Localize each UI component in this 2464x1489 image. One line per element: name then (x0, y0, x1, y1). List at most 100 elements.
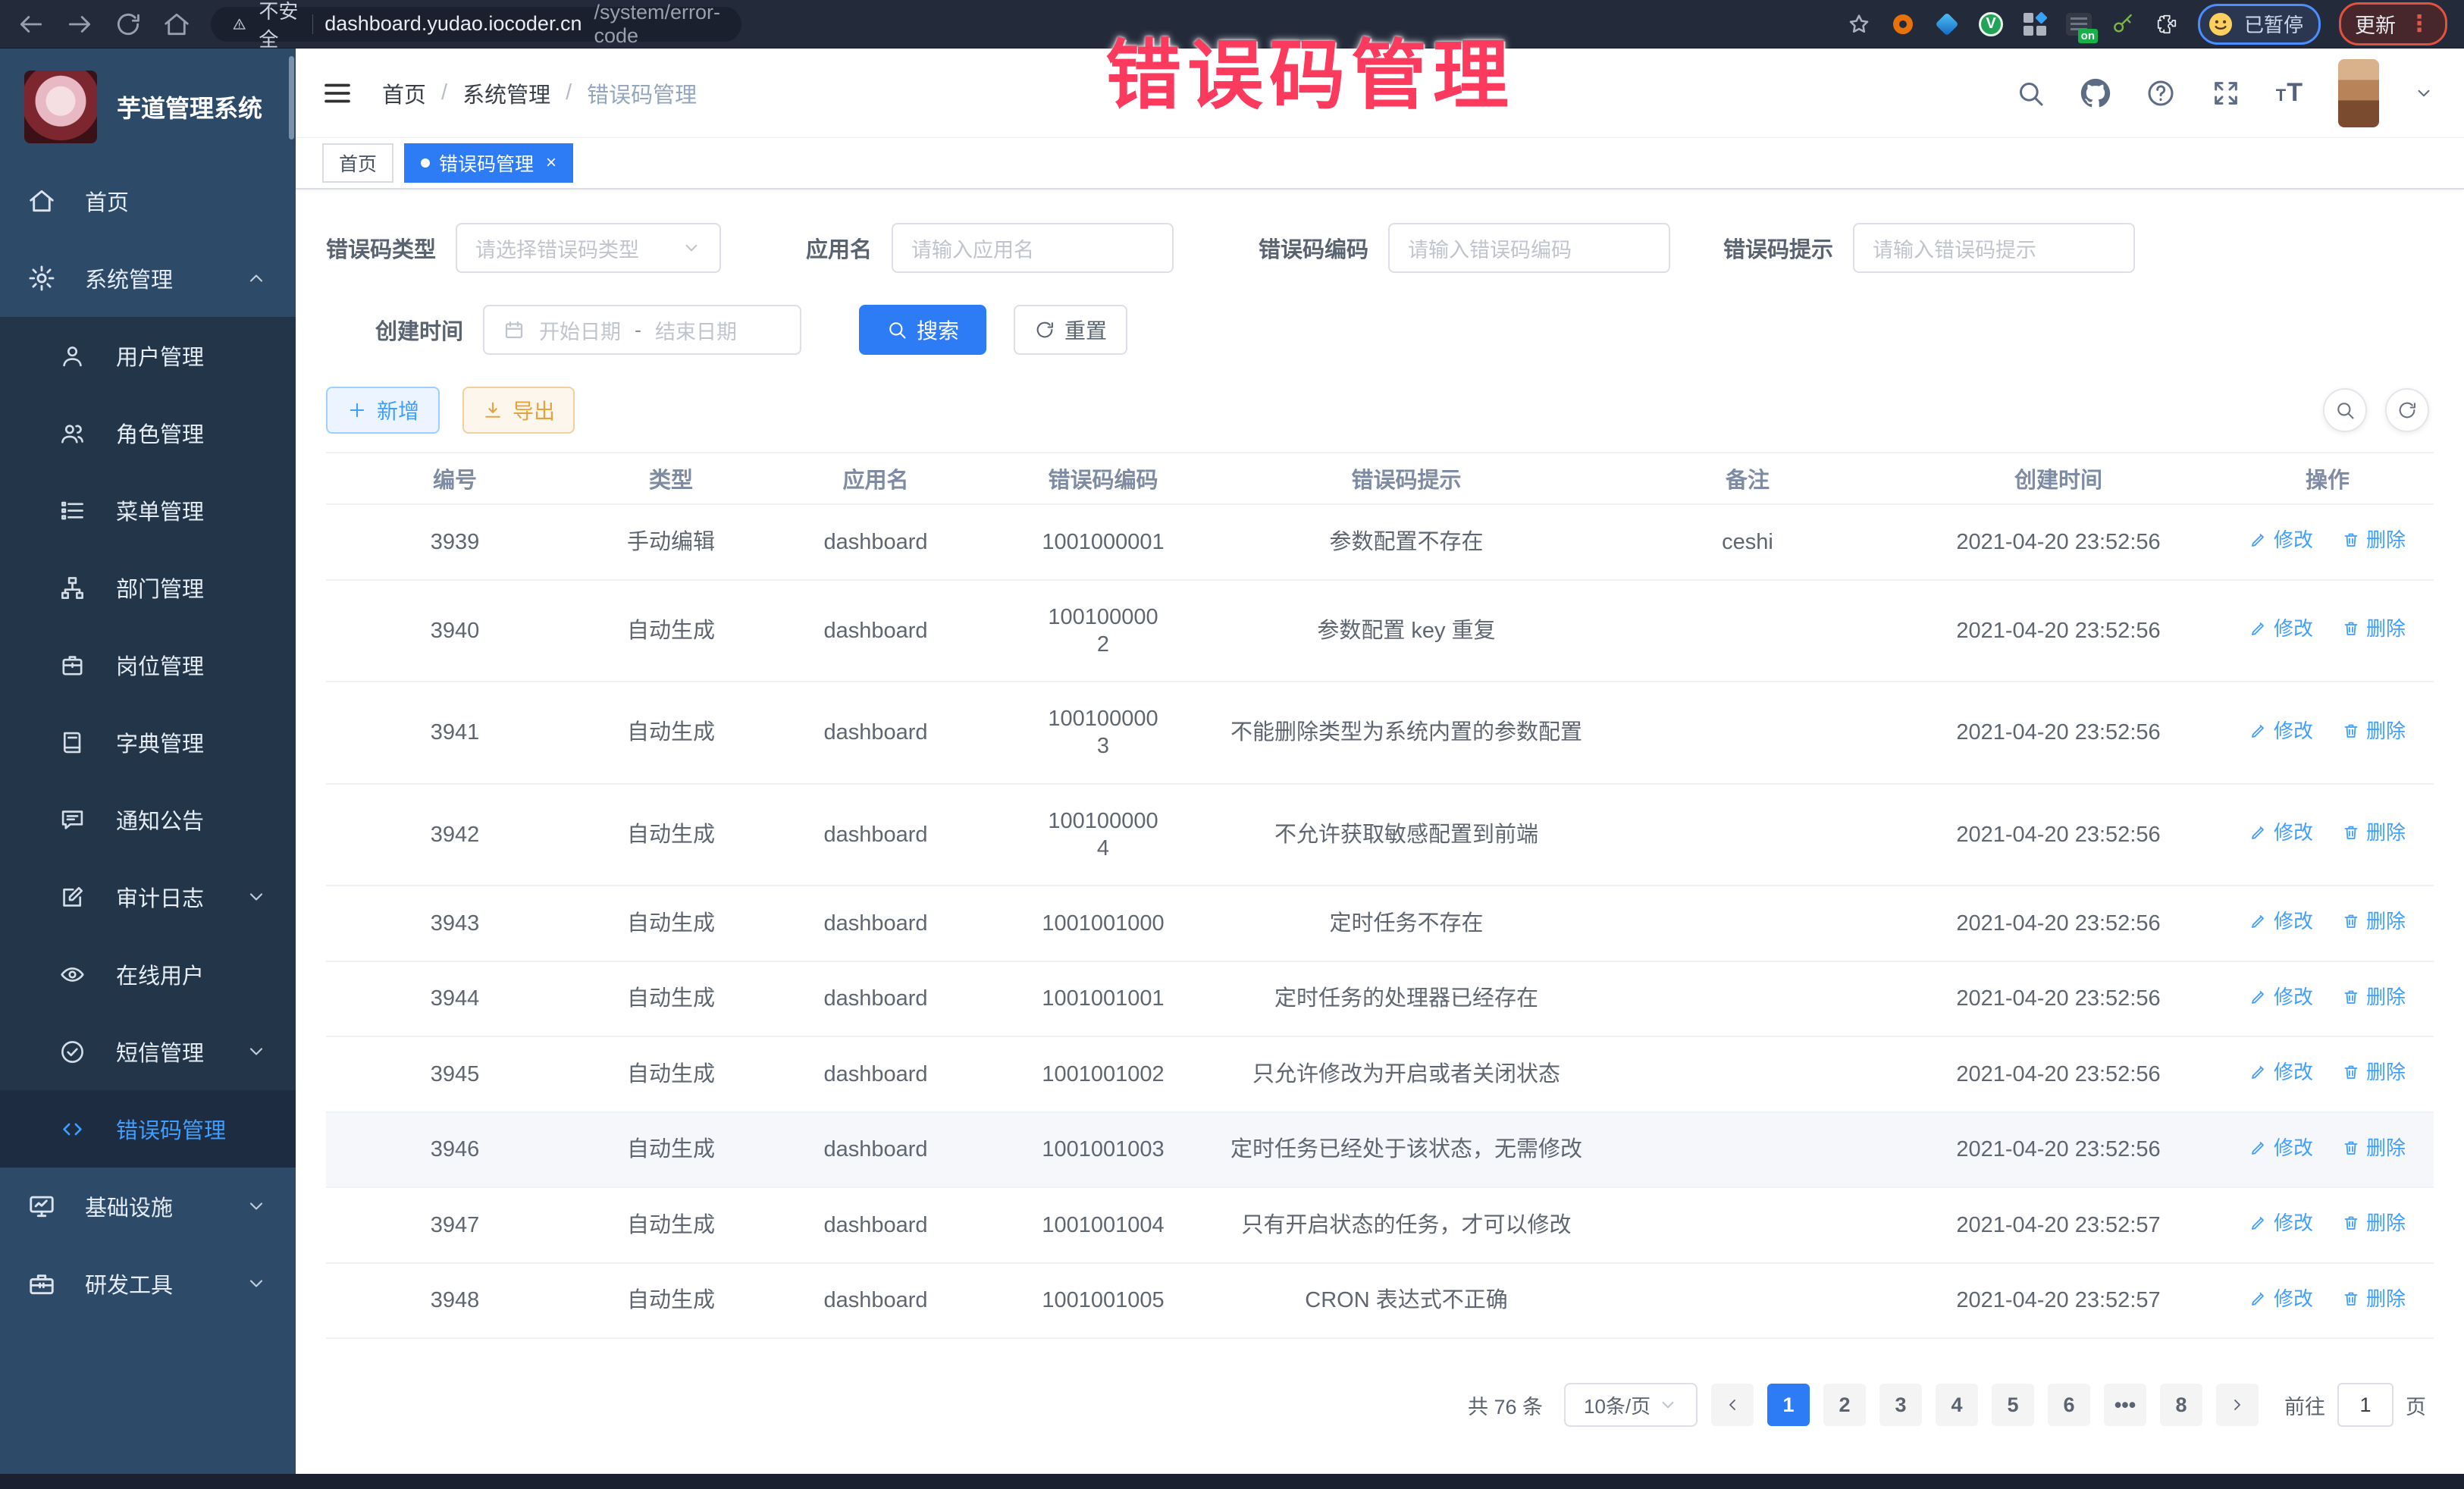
sidebar-item-13[interactable]: 基础设施 (0, 1168, 296, 1245)
browser-menu-icon[interactable]: ⋮ (2408, 17, 2431, 31)
table-row[interactable]: 3944 自动生成 dashboard 1001001001 定时任务的处理器已… (326, 962, 2434, 1038)
header-search-icon[interactable] (2015, 78, 2045, 108)
error-code-input[interactable]: 请输入错误码编码 (1388, 223, 1670, 273)
export-button[interactable]: 导出 (462, 387, 575, 434)
sidebar-item-7[interactable]: 字典管理 (0, 704, 296, 781)
edit-link[interactable]: 修改 (2249, 1136, 2313, 1161)
edit-link[interactable]: 修改 (2249, 820, 2313, 845)
edit-link[interactable]: 修改 (2249, 528, 2313, 553)
refresh-table-button[interactable] (2385, 388, 2429, 432)
edit-link[interactable]: 修改 (2249, 985, 2313, 1010)
table-row[interactable]: 3946 自动生成 dashboard 1001001003 定时任务已经处于该… (326, 1113, 2434, 1189)
edit-link[interactable]: 修改 (2249, 1211, 2313, 1236)
delete-link[interactable]: 删除 (2342, 1211, 2406, 1236)
add-button[interactable]: 新增 (326, 387, 440, 434)
page-button-2[interactable]: 2 (1823, 1384, 1866, 1426)
error-type-select[interactable]: 请选择错误码类型 (456, 223, 721, 273)
delete-link[interactable]: 删除 (2342, 909, 2406, 934)
sidebar-item-3[interactable]: 角色管理 (0, 394, 296, 472)
profile-paused-badge[interactable]: 已暂停 (2198, 4, 2321, 45)
sidebar-item-5[interactable]: 部门管理 (0, 549, 296, 626)
sidebar-item-8[interactable]: 通知公告 (0, 781, 296, 858)
page-button-1[interactable]: 1 (1767, 1384, 1810, 1426)
table-row[interactable]: 3942 自动生成 dashboard 1001000004 不允许获取敏感配置… (326, 785, 2434, 887)
sidebar-item-11[interactable]: 短信管理 (0, 1013, 296, 1090)
page-button-•••[interactable]: ••• (2104, 1384, 2146, 1426)
address-bar[interactable]: 不安全 dashboard.yudao.iocoder.cn/system/er… (211, 7, 741, 42)
table-row[interactable]: 3947 自动生成 dashboard 1001001004 只有开启状态的任务… (326, 1188, 2434, 1264)
table-row[interactable]: 3945 自动生成 dashboard 1001001002 只允许修改为开启或… (326, 1037, 2434, 1113)
table-row[interactable]: 3941 自动生成 dashboard 1001000003 不能删除类型为系统… (326, 682, 2434, 785)
table-row[interactable]: 3943 自动生成 dashboard 1001001000 定时任务不存在 2… (326, 886, 2434, 962)
browser-update-button[interactable]: 更新 ⋮ (2339, 2, 2447, 45)
sidebar-scrollbar[interactable] (289, 56, 294, 139)
extension-icon-grid[interactable] (2022, 11, 2048, 37)
table-row[interactable]: 3948 自动生成 dashboard 1001001005 CRON 表达式不… (326, 1264, 2434, 1340)
extension-icon-orange[interactable] (1890, 11, 1916, 37)
extension-icon-key[interactable] (2110, 11, 2136, 37)
github-icon[interactable] (2080, 78, 2111, 108)
sidebar-item-12[interactable]: 错误码管理 (0, 1090, 296, 1168)
error-hint-input[interactable]: 请输入错误码提示 (1853, 223, 2135, 273)
sidebar-item-2[interactable]: 用户管理 (0, 317, 296, 394)
prev-page-button[interactable] (1711, 1384, 1754, 1426)
hamburger-icon[interactable] (321, 77, 353, 109)
page-button-8[interactable]: 8 (2160, 1384, 2202, 1426)
sidebar-item-4[interactable]: 菜单管理 (0, 472, 296, 549)
avatar-caret-down-icon[interactable] (2414, 83, 2434, 103)
search-button[interactable]: 搜索 (859, 305, 986, 355)
edit-link[interactable]: 修改 (2249, 616, 2313, 641)
next-page-button[interactable] (2216, 1384, 2259, 1426)
delete-link[interactable]: 删除 (2342, 1287, 2406, 1312)
page-button-4[interactable]: 4 (1936, 1384, 1978, 1426)
app-logo-row[interactable]: 芋道管理系统 (0, 49, 296, 162)
page-button-5[interactable]: 5 (1992, 1384, 2034, 1426)
delete-link[interactable]: 删除 (2342, 719, 2406, 744)
reload-icon[interactable] (114, 10, 143, 39)
tab-error-code[interactable]: 错误码管理 × (404, 143, 573, 183)
date-range-picker[interactable]: 开始日期 - 结束日期 (483, 305, 801, 355)
edit-link[interactable]: 修改 (2249, 1287, 2313, 1312)
breadcrumb-home[interactable]: 首页 (382, 77, 426, 109)
extension-icon-gem[interactable] (1934, 11, 1960, 37)
browser-home-icon[interactable] (162, 10, 191, 39)
back-icon[interactable] (17, 10, 45, 39)
delete-link[interactable]: 删除 (2342, 1136, 2406, 1161)
edit-link[interactable]: 修改 (2249, 909, 2313, 934)
extension-icon-green-v[interactable]: V (1978, 11, 2004, 37)
sidebar-item-9[interactable]: 审计日志 (0, 858, 296, 936)
delete-link[interactable]: 删除 (2342, 1060, 2406, 1085)
tab-close-icon[interactable]: × (546, 154, 556, 172)
sidebar-item-0[interactable]: 首页 (0, 162, 296, 240)
sidebar-item-1[interactable]: 系统管理 (0, 240, 296, 317)
table-row[interactable]: 3940 自动生成 dashboard 1001000002 参数配置 key … (326, 581, 2434, 683)
edit-link[interactable]: 修改 (2249, 1060, 2313, 1085)
help-icon[interactable] (2146, 78, 2176, 108)
tab-home[interactable]: 首页 (322, 143, 393, 183)
table-row[interactable]: 3939 手动编辑 dashboard 1001000001 参数配置不存在 c… (326, 505, 2434, 581)
extension-icon-puzzle[interactable] (2154, 11, 2180, 37)
reset-button[interactable]: 重置 (1014, 305, 1127, 355)
sidebar-item-10[interactable]: 在线用户 (0, 936, 296, 1013)
breadcrumb-system[interactable]: 系统管理 (462, 77, 550, 109)
page-button-3[interactable]: 3 (1879, 1384, 1922, 1426)
goto-page-input[interactable]: 1 (2337, 1383, 2393, 1427)
sidebar-item-6[interactable]: 岗位管理 (0, 626, 296, 704)
fullscreen-icon[interactable] (2211, 78, 2241, 108)
forward-icon[interactable] (65, 10, 94, 39)
toggle-search-button[interactable] (2323, 388, 2367, 432)
delete-link[interactable]: 删除 (2342, 528, 2406, 553)
page-button-6[interactable]: 6 (2048, 1384, 2090, 1426)
delete-link[interactable]: 删除 (2342, 616, 2406, 641)
user-icon (59, 343, 86, 369)
delete-link[interactable]: 删除 (2342, 985, 2406, 1010)
user-avatar[interactable] (2338, 59, 2379, 127)
extension-icon-on-badge[interactable]: on (2066, 11, 2092, 37)
delete-link[interactable]: 删除 (2342, 820, 2406, 845)
edit-link[interactable]: 修改 (2249, 719, 2313, 744)
app-name-input[interactable]: 请输入应用名 (892, 223, 1174, 273)
font-size-icon[interactable]: TT (2276, 78, 2303, 108)
sidebar-item-14[interactable]: 研发工具 (0, 1245, 296, 1322)
page-size-select[interactable]: 10条/页 (1564, 1383, 1698, 1427)
bookmark-star-icon[interactable] (1846, 11, 1872, 37)
